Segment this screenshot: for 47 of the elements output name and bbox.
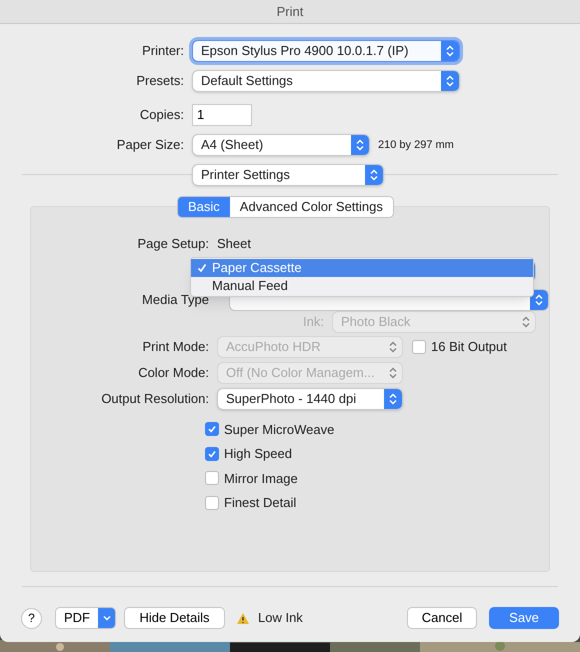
input-field[interactable]: 1	[192, 104, 252, 126]
help-button[interactable]: ?	[21, 608, 42, 628]
warning-icon	[236, 612, 250, 624]
checkbox[interactable]	[205, 471, 219, 486]
window-title: Print	[276, 2, 304, 21]
field-label: Ink:	[303, 312, 324, 331]
chevron-down-icon	[98, 608, 115, 628]
checkbox[interactable]	[205, 422, 219, 436]
stepper-icon	[530, 290, 548, 310]
field-label: Presets:	[135, 72, 185, 90]
tab[interactable]: Basic	[178, 197, 230, 217]
checkbox-label: Finest Detail	[224, 494, 296, 512]
popup-button[interactable]: Epson Stylus Pro 4900 10.0.1.7 (IP)	[192, 40, 460, 62]
tab[interactable]: Advanced Color Settings	[230, 197, 393, 217]
field-label: Page Setup:	[136, 235, 210, 253]
field-label: Print Mode:	[142, 338, 210, 356]
stepper-icon	[441, 41, 459, 61]
hide-details-button[interactable]: Hide Details	[124, 607, 225, 629]
field-label: Copies:	[138, 106, 185, 124]
pdf-button[interactable]: PDF	[55, 607, 116, 629]
save-button[interactable]: Save	[489, 607, 559, 629]
field-label: Printer:	[141, 42, 185, 60]
check-icon	[207, 448, 217, 459]
stepper-icon	[441, 71, 459, 91]
cancel-button[interactable]: Cancel	[407, 607, 477, 629]
checkbox-label: High Speed	[224, 445, 292, 463]
checkmark-icon	[196, 263, 206, 273]
checkbox-label: Super MicroWeave	[224, 420, 334, 439]
popup-button[interactable]: Printer Settings	[192, 164, 384, 186]
menu-item[interactable]: Paper Cassette	[191, 259, 533, 277]
field-label: Paper Size:	[116, 136, 185, 154]
checkbox[interactable]	[205, 496, 219, 510]
checkbox-label: Mirror Image	[224, 470, 298, 488]
popup-button[interactable]: Default Settings	[192, 70, 460, 92]
field-value: Sheet	[217, 235, 251, 253]
paper-dimensions: 210 by 297 mm	[378, 138, 454, 153]
status-text: Low Ink	[258, 609, 303, 628]
field-label: Output Resolution:	[100, 390, 210, 408]
checkbox-label: 16 Bit Output	[431, 338, 507, 356]
field-label: Color Mode:	[137, 364, 210, 382]
popup-button[interactable]: A4 (Sheet)	[192, 134, 370, 156]
stepper-icon	[351, 135, 369, 155]
check-icon	[207, 424, 217, 434]
stepper-icon	[365, 165, 383, 185]
popup-button[interactable]: SuperPhoto - 1440 dpi	[217, 388, 403, 410]
checkbox[interactable]	[205, 446, 219, 461]
stepper-icon	[384, 388, 402, 408]
